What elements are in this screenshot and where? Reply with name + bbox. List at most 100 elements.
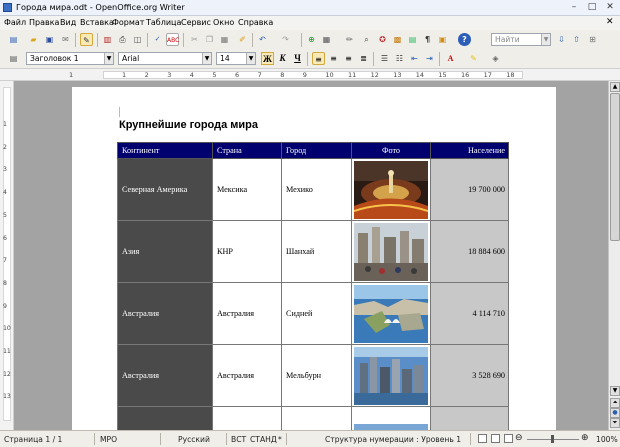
cell-population[interactable]: 18 884 600: [430, 220, 509, 283]
new-document-icon[interactable]: ▤: [7, 33, 20, 46]
cell-population[interactable]: 19 700 000: [430, 158, 509, 221]
edit-mode-icon[interactable]: ✎: [80, 33, 93, 46]
sydney-photo[interactable]: [354, 284, 428, 343]
vertical-scrollbar[interactable]: ▲ ▼ ⏶ ● ⏷: [608, 81, 620, 430]
close-document-icon[interactable]: ✕: [606, 17, 614, 27]
cell-continent[interactable]: Австралия: [117, 344, 213, 407]
font-color-icon[interactable]: A: [444, 52, 457, 65]
scroll-up-icon[interactable]: ▲: [610, 82, 620, 92]
open-icon[interactable]: ▰: [27, 33, 40, 46]
vertical-ruler[interactable]: 1 2 3 4 5 6 7 8 9 10 11 12 13: [0, 81, 14, 430]
bold-button[interactable]: Ж: [261, 52, 274, 65]
cut-icon[interactable]: ✂: [188, 33, 201, 46]
mexico-city-photo[interactable]: [354, 160, 428, 219]
previous-page-icon[interactable]: ⏶: [610, 398, 620, 408]
document-page[interactable]: Крупнейшие города мира Континент Страна …: [72, 87, 556, 430]
paste-icon[interactable]: ▦: [218, 33, 231, 46]
table-row[interactable]: Азия КНР Шанхай 18 884 600: [117, 220, 509, 283]
horizontal-ruler[interactable]: 1 1 2 3 4 5 6 7 8 9 10 11 12 13 14 15 16 17 18: [0, 68, 620, 81]
column-header-city[interactable]: Город: [281, 142, 352, 159]
underline-button[interactable]: Ч: [291, 52, 304, 65]
gallery-icon[interactable]: ▩: [391, 33, 404, 46]
cell-country[interactable]: Австралия: [212, 282, 282, 345]
cell-continent[interactable]: Австралия: [117, 282, 213, 345]
scrollbar-thumb[interactable]: [610, 93, 620, 241]
menu-format[interactable]: Формат: [111, 17, 145, 29]
print-icon[interactable]: ⎙: [116, 33, 129, 46]
cell-city[interactable]: Сидней: [281, 282, 352, 345]
cell-photo[interactable]: [351, 158, 431, 221]
decrease-indent-icon[interactable]: ⇤: [408, 52, 421, 65]
data-sources-icon[interactable]: ▤: [406, 33, 419, 46]
email-icon[interactable]: ✉: [59, 33, 72, 46]
menu-tools[interactable]: Сервис: [180, 17, 212, 29]
modified-indicator[interactable]: *: [278, 435, 282, 444]
find-previous-icon[interactable]: ⇧: [570, 33, 583, 46]
chevron-down-icon[interactable]: ▼: [246, 53, 255, 64]
menu-help[interactable]: Справка: [237, 17, 274, 29]
table-icon[interactable]: ▦: [320, 33, 333, 46]
cell-population[interactable]: 4 114 710: [430, 282, 509, 345]
menu-insert[interactable]: Вставка: [79, 17, 115, 29]
nonprinting-chars-icon[interactable]: ¶: [421, 33, 434, 46]
find-replace-icon[interactable]: ⌕: [360, 33, 373, 46]
document-heading[interactable]: Крупнейшие города мира: [119, 119, 258, 131]
column-header-country[interactable]: Страна: [212, 142, 282, 159]
print-preview-icon[interactable]: ◫: [131, 33, 144, 46]
cell-photo[interactable]: [351, 220, 431, 283]
menu-view[interactable]: Вид: [59, 17, 77, 29]
zoom-in-icon[interactable]: ⊕: [581, 433, 589, 443]
align-center-icon[interactable]: ≡: [327, 52, 340, 65]
navigation-icon[interactable]: ●: [610, 408, 620, 418]
cell-population[interactable]: 3 528 690: [430, 344, 509, 407]
italic-button[interactable]: К: [276, 52, 289, 65]
numbering-icon[interactable]: ☰: [378, 52, 391, 65]
insert-mode[interactable]: ВСТ: [231, 435, 246, 444]
navigator-icon[interactable]: ✪: [376, 33, 389, 46]
zoom-slider-handle[interactable]: [551, 435, 554, 443]
format-paintbrush-icon[interactable]: ✐: [236, 33, 249, 46]
zoom-icon[interactable]: ▣: [436, 33, 449, 46]
align-left-icon[interactable]: ≡: [312, 52, 325, 65]
column-header-population[interactable]: Население: [430, 142, 509, 159]
scroll-down-icon[interactable]: ▼: [610, 386, 620, 396]
bullets-icon[interactable]: ☷: [393, 52, 406, 65]
table-row[interactable]: Северная Америка Мексика Мехико 19 700 0…: [117, 158, 509, 221]
column-header-continent[interactable]: Континент: [117, 142, 213, 159]
table-row[interactable]: [117, 406, 509, 430]
minimize-button[interactable]: –: [566, 2, 582, 13]
cities-table[interactable]: Континент Страна Город Фото Население Се…: [117, 142, 509, 430]
chevron-down-icon[interactable]: ▼: [104, 53, 113, 64]
page-indicator[interactable]: Страница 1 / 1: [4, 435, 62, 444]
cell-city[interactable]: Мехико: [281, 158, 352, 221]
show-draw-functions-icon[interactable]: ✏: [343, 33, 356, 46]
save-icon[interactable]: ▣: [43, 33, 56, 46]
find-next-icon[interactable]: ⇩: [555, 33, 568, 46]
autospell-icon[interactable]: ABC: [166, 33, 179, 46]
menu-window[interactable]: Окно: [212, 17, 235, 29]
zoom-level[interactable]: 100%: [596, 435, 618, 444]
close-button[interactable]: ✕: [602, 2, 618, 13]
column-header-photo[interactable]: Фото: [351, 142, 431, 159]
cell-country[interactable]: Мексика: [212, 158, 282, 221]
maximize-button[interactable]: □: [584, 2, 600, 13]
cell-continent[interactable]: Северная Америка: [117, 158, 213, 221]
book-view-icon[interactable]: [504, 434, 513, 443]
copy-icon[interactable]: ❐: [203, 33, 216, 46]
increase-indent-icon[interactable]: ⇥: [423, 52, 436, 65]
shanghai-photo[interactable]: [354, 222, 428, 281]
cell-photo[interactable]: [351, 282, 431, 345]
redo-icon[interactable]: ↷: [279, 33, 292, 46]
selection-mode[interactable]: СТАНД: [250, 435, 277, 444]
zoom-out-icon[interactable]: ⊖: [515, 433, 523, 443]
chevron-down-icon[interactable]: ▼: [541, 34, 550, 45]
export-pdf-icon[interactable]: ▥: [101, 33, 114, 46]
next-page-icon[interactable]: ⏷: [610, 418, 620, 428]
highlighting-icon[interactable]: ✎: [467, 52, 480, 65]
help-icon[interactable]: ?: [458, 33, 471, 46]
page-style[interactable]: МРО: [100, 435, 117, 444]
cell-country[interactable]: Австралия: [212, 344, 282, 407]
cell-city[interactable]: Шанхай: [281, 220, 352, 283]
cell-photo[interactable]: [351, 344, 431, 407]
cell-country[interactable]: КНР: [212, 220, 282, 283]
